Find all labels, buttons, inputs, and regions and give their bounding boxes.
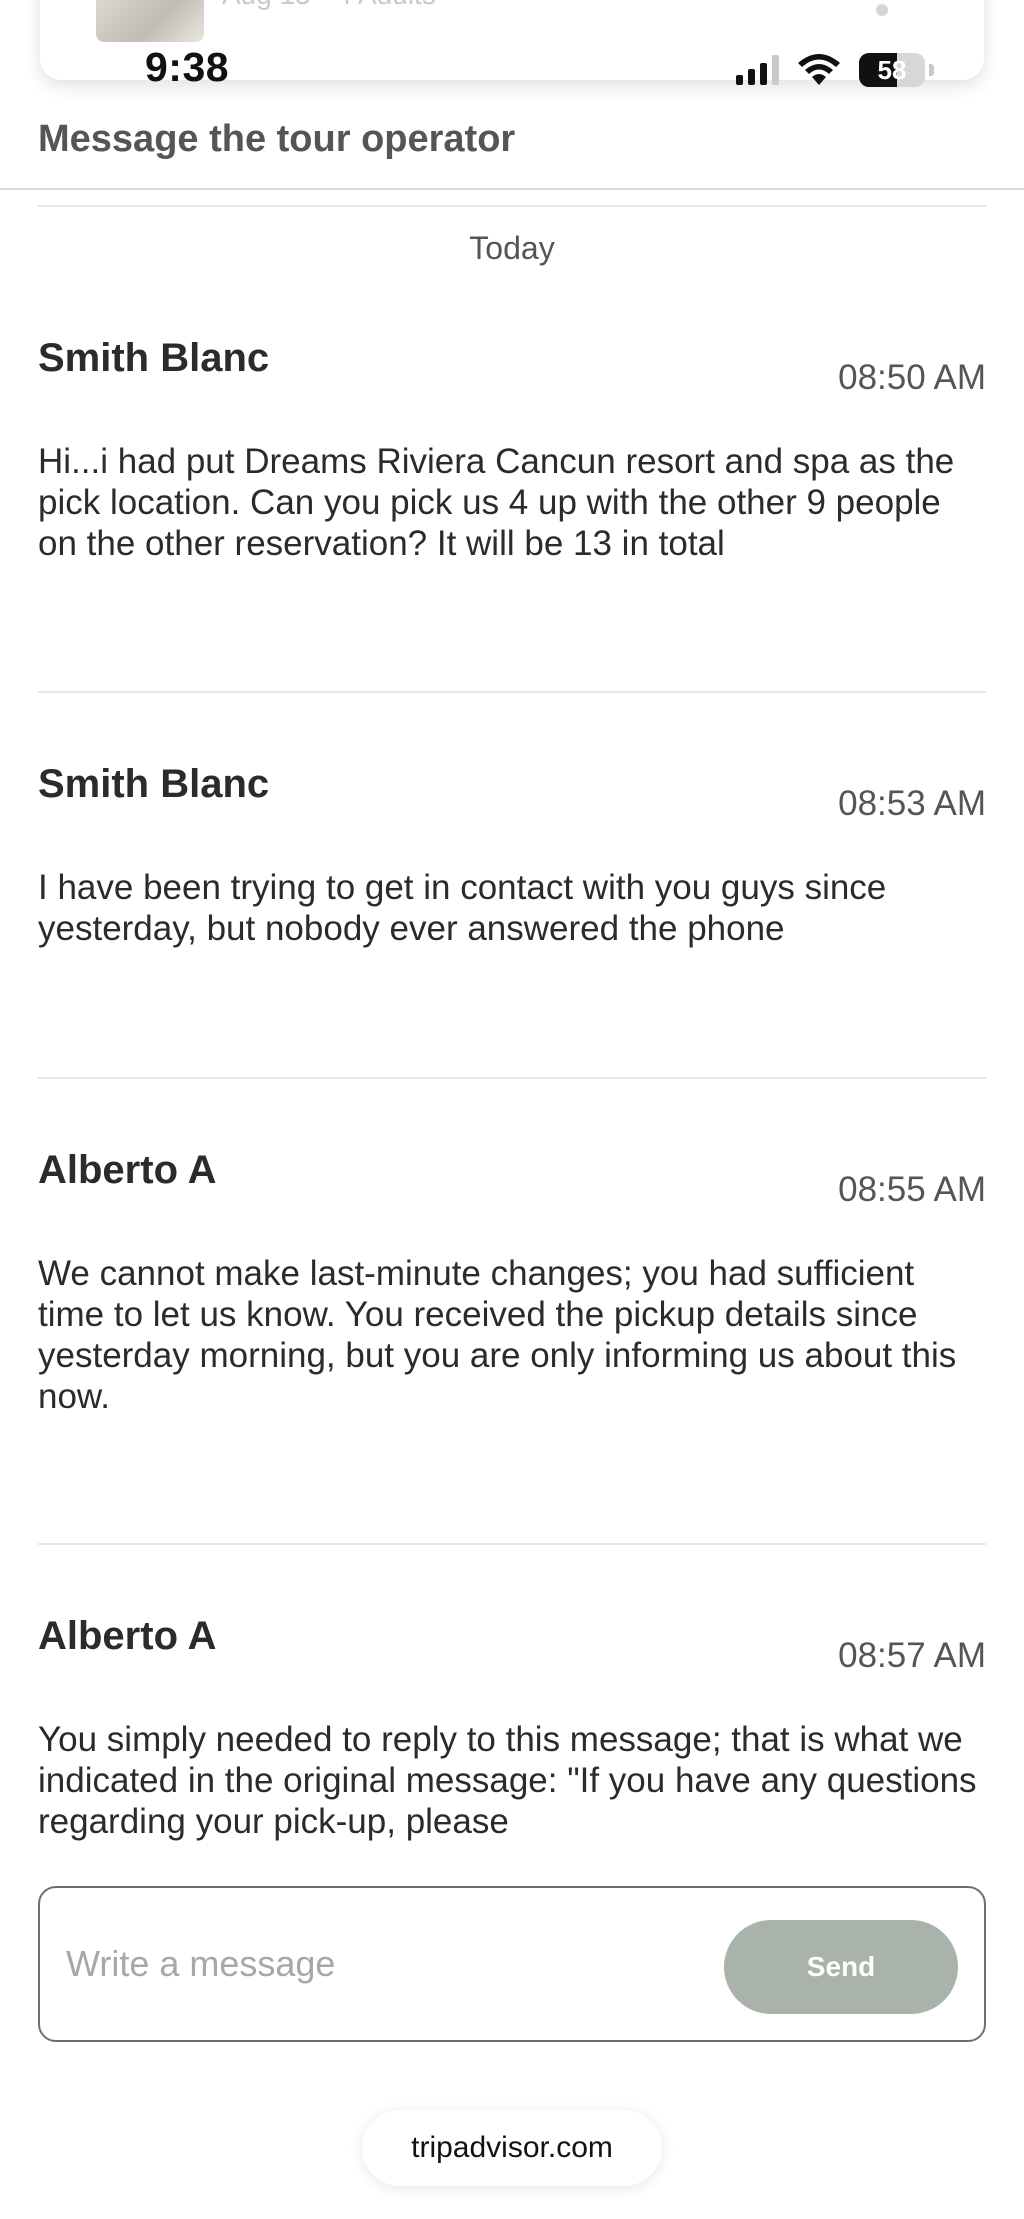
message-author: Smith Blanc: [38, 336, 270, 380]
message-time: 08:53 AM: [838, 784, 986, 823]
status-icons: 58: [736, 50, 934, 90]
battery-percentage: 58: [877, 55, 907, 85]
message-body: Hi...i had put Dreams Riviera Cancun res…: [38, 442, 955, 563]
message-author: Smith Blanc: [38, 762, 270, 806]
status-time: 9:38: [145, 44, 230, 90]
message-divider: [38, 1543, 986, 1545]
message-input[interactable]: [66, 1932, 706, 1996]
page-title: Message the tour operator: [38, 118, 516, 160]
message-time: 08:55 AM: [838, 1170, 986, 1209]
booking-meta: Aug 15 • 4 Adults: [222, 0, 436, 10]
wifi-icon: [798, 54, 840, 85]
message-author: Alberto A: [38, 1148, 217, 1192]
more-options-icon[interactable]: [876, 4, 888, 16]
message-divider: [38, 691, 986, 693]
battery-icon: 58: [859, 53, 925, 87]
header-divider: [0, 188, 1024, 190]
send-button[interactable]: Send: [724, 1920, 958, 2014]
thread-top-divider: [38, 205, 986, 207]
message-time: 08:50 AM: [838, 358, 986, 397]
message-body: We cannot make last-minute changes; you …: [38, 1254, 957, 1416]
message-author: Alberto A: [38, 1614, 217, 1658]
message-body: You simply needed to reply to this messa…: [38, 1720, 977, 1841]
message-body: I have been trying to get in contact wit…: [38, 868, 887, 948]
message-composer: Send: [38, 1886, 986, 2042]
message-divider: [38, 1077, 986, 1079]
day-separator-label: Today: [469, 230, 555, 266]
battery-cap: [929, 64, 934, 76]
browser-url-bar[interactable]: tripadvisor.com: [362, 2110, 662, 2186]
tour-thumbnail-image: [96, 0, 204, 42]
message-time: 08:57 AM: [838, 1636, 986, 1675]
cellular-signal-icon: [736, 55, 779, 85]
